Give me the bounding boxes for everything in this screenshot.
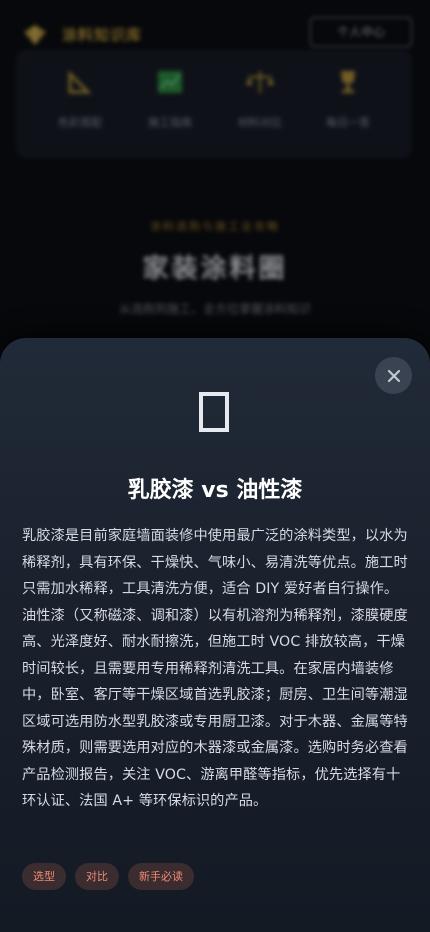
quick-link-label: 色彩搭配	[58, 116, 102, 129]
quick-link-2[interactable]: 材料对比	[220, 68, 300, 130]
diamond-logo-icon	[24, 25, 46, 45]
quick-link-label: 材料对比	[238, 116, 282, 129]
quick-link-1[interactable]: 施工指南	[130, 68, 210, 130]
article-body: 乳胶漆是目前家庭墙面装修中使用最广泛的涂料类型，以水为稀释剂，具有环保、干燥快、…	[22, 528, 408, 809]
hero-kicker: 涂料选购与施工全攻略	[150, 220, 280, 233]
tag-list: 选型 对比 新手必读	[22, 863, 194, 890]
tag-chip[interactable]: 对比	[75, 863, 119, 890]
tag-chip[interactable]: 选型	[22, 863, 66, 890]
tag-chip[interactable]: 新手必读	[128, 863, 194, 890]
hero-title: 家装涂料圈	[142, 254, 288, 284]
close-button[interactable]	[375, 357, 412, 394]
trophy-icon	[341, 71, 355, 93]
article-title: 乳胶漆 vs 油性漆	[127, 478, 303, 503]
quick-link-label: 每日一答	[326, 116, 370, 129]
quick-link-label: 施工指南	[148, 116, 192, 129]
hero-description: 从选购到施工，全方位掌握涂料知识	[118, 302, 311, 316]
brand-name: 涂料知识库	[62, 26, 143, 44]
scale-icon	[246, 71, 274, 93]
ruler-icon	[68, 70, 92, 94]
article-bottom-sheet: 乳胶漆 vs 油性漆 乳胶漆是目前家庭墙面装修中使用最广泛的涂料类型，以水为稀释…	[0, 338, 430, 932]
quick-links-card: 色彩搭配 施工指南 材料对比 每日一答	[16, 50, 412, 158]
member-button[interactable]: 个人中心	[310, 17, 412, 47]
close-icon	[387, 369, 400, 382]
chart-icon	[158, 71, 182, 93]
missing-glyph-icon	[199, 392, 229, 432]
quick-link-3[interactable]: 每日一答	[308, 68, 388, 130]
quick-link-0[interactable]: 色彩搭配	[40, 68, 120, 130]
